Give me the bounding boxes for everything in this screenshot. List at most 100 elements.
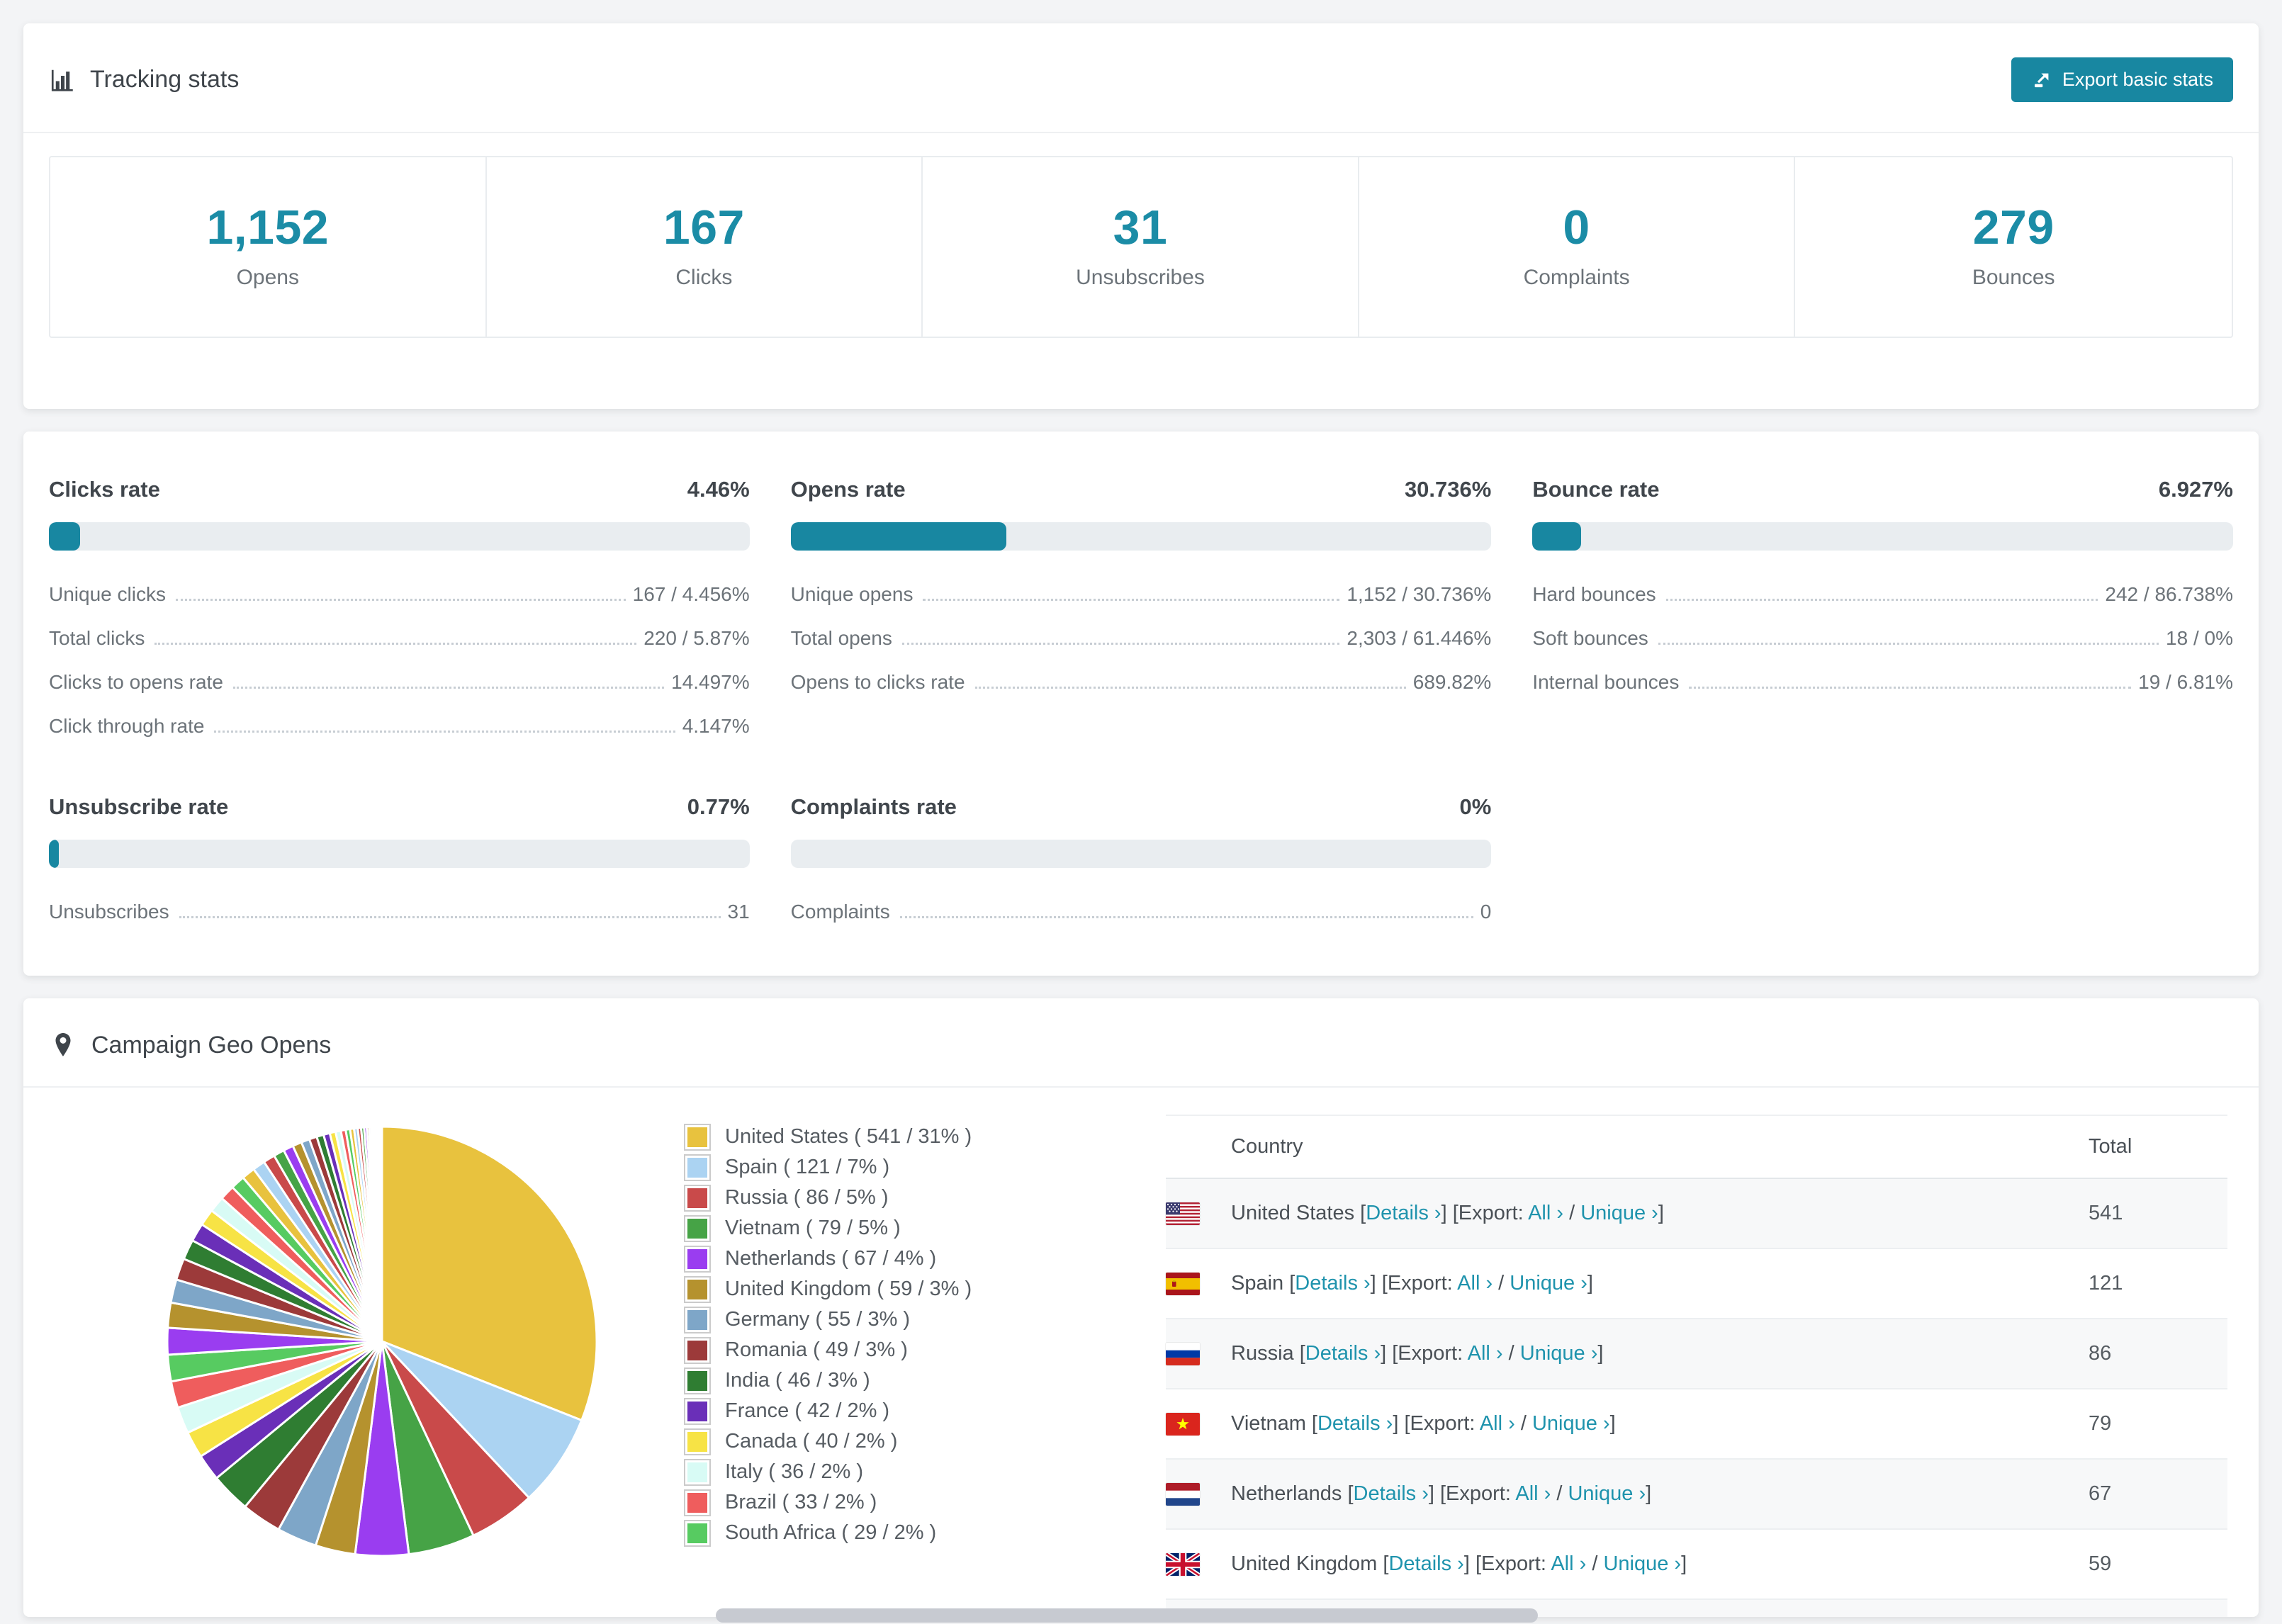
stat-label: Clicks [675,266,733,290]
export-unique-link[interactable]: Unique › [1520,1342,1598,1365]
export-unique-link[interactable]: Unique › [1580,1202,1658,1224]
rate-title: Bounce rate [1532,477,1660,502]
geo-pie-chart [164,1123,600,1560]
legend-swatch [684,1306,711,1333]
export-all-link[interactable]: All › [1468,1342,1503,1365]
rate-rows: Unsubscribes 31 [49,901,750,923]
rate-row-label: Clicks to opens rate [49,671,223,694]
stat-label: Opens [236,266,299,290]
rate-value: 0.77% [687,794,750,820]
rate-row-value: 18 / 0% [2166,627,2233,650]
progress-fill [49,840,59,869]
bracket-text: ] [Export: [1441,1202,1529,1225]
bracket-text: [ [1311,1412,1317,1436]
rate-row-value: 0 [1480,901,1492,923]
details-link[interactable]: Details › [1305,1342,1381,1365]
pie-slice[interactable] [380,1125,383,1343]
geo-opens-title: Campaign Geo Opens [91,1031,332,1059]
rate-row-value: 14.497% [671,671,750,694]
total-cell: 121 [2089,1272,2123,1295]
rate-rows: Complaints 0 [791,901,1492,923]
details-link[interactable]: Details › [1366,1202,1441,1224]
export-unique-link[interactable]: Unique › [1510,1272,1587,1295]
export-all-link[interactable]: All › [1551,1552,1586,1575]
table-row: Netherlands [Details ›] [Export: All › /… [1166,1460,2227,1530]
rate-row: Total opens 2,303 / 61.446% [791,627,1492,650]
legend-item: Germany ( 55 / 3% ) [684,1304,972,1335]
bracket-text: [ [1347,1482,1354,1506]
rate-row-label: Unsubscribes [49,901,169,923]
legend-label: Italy ( 36 / 2% ) [725,1460,864,1484]
legend-item: India ( 46 / 3% ) [684,1365,972,1396]
es-flag-icon [1166,1272,1231,1295]
stat-value: 167 [663,201,745,254]
rate-title: Unsubscribe rate [49,794,229,820]
bracket-text: [ [1299,1342,1305,1365]
geo-table-header: Country Total [1166,1115,2227,1180]
bracket-text: ] [1597,1342,1604,1365]
flag-cell [1166,1482,1231,1506]
total-cell: 86 [2089,1342,2112,1365]
flag-cell [1166,1202,1231,1225]
country-cell: United States [Details ›] [Export: All ›… [1231,1202,2089,1225]
legend-swatch [684,1458,711,1486]
export-unique-link[interactable]: Unique › [1568,1482,1646,1505]
stat-value: 0 [1563,201,1590,254]
legend-label: France ( 42 / 2% ) [725,1399,890,1423]
rate-row-value: 31 [727,901,750,923]
details-link[interactable]: Details › [1388,1552,1463,1575]
rate-row-value: 19 / 6.81% [2138,671,2233,694]
legend-swatch [684,1245,711,1273]
bracket-text: ] [Export: [1393,1412,1480,1436]
export-all-link[interactable]: All › [1457,1272,1493,1295]
legend-item: Vietnam ( 79 / 5% ) [684,1213,972,1244]
export-unique-link[interactable]: Unique › [1532,1412,1610,1435]
rate-block-complaints: Complaints rate 0% Complaints 0 [790,794,1492,923]
legend-swatch [684,1489,711,1516]
rate-row-label: Internal bounces [1532,671,1680,694]
progress-track [1532,522,2233,551]
rate-row-value: 1,152 / 30.736% [1347,583,1492,606]
legend-item: Brazil ( 33 / 2% ) [684,1487,972,1518]
page: Tracking stats Export basic stats 1,152 O… [0,0,2282,1624]
flag-cell [1166,1412,1231,1436]
legend-swatch [684,1275,711,1303]
rate-row: Opens to clicks rate 689.82% [791,671,1492,694]
horizontal-scrollbar-thumb[interactable] [716,1608,1538,1623]
rate-block-bounce: Bounce rate 6.927% Hard bounces 242 / 86.73… [1532,477,2233,738]
summary-stat: 31 Unsubscribes [923,157,1359,337]
rate-row-label: Unique opens [790,583,914,606]
rate-row-label: Opens to clicks rate [790,671,965,694]
export-unique-link[interactable]: Unique › [1603,1552,1681,1575]
progress-track [49,840,750,869]
bracket-text: / [1563,1202,1581,1225]
dotted-leader [974,687,1406,689]
export-all-link[interactable]: All › [1528,1202,1563,1224]
export-basic-stats-button[interactable]: Export basic stats [2011,57,2233,102]
summary-stat: 279 Bounces [1795,157,2232,337]
progress-track [49,522,750,551]
details-link[interactable]: Details › [1317,1412,1393,1435]
dotted-leader [923,599,1340,602]
dotted-leader [1665,599,2098,602]
rate-row-value: 242 / 86.738% [2105,583,2233,606]
details-link[interactable]: Details › [1354,1482,1429,1505]
legend-item: Romania ( 49 / 3% ) [684,1335,972,1365]
rate-title: Complaints rate [790,794,957,820]
geo-opens-card: Campaign Geo Opens United States ( 541 /… [23,998,2259,1618]
progress-track [790,840,1492,869]
summary-stat: 167 Clicks [487,157,923,337]
rate-value: 6.927% [2158,477,2233,502]
details-link[interactable]: Details › [1295,1272,1370,1295]
bracket-text: / [1493,1272,1510,1295]
geo-opens-body: United States ( 541 / 31% ) Spain ( 121 /… [23,1088,2259,1618]
rate-row: Total clicks 220 / 5.87% [49,627,750,650]
export-all-link[interactable]: All › [1515,1482,1551,1505]
flag-cell [1166,1552,1231,1576]
rate-row-label: Complaints [790,901,890,923]
ru-flag-icon [1166,1342,1231,1365]
tracking-stats-body: 1,152 Opens 167 Clicks 31 Unsubscribes 0 Compla… [23,133,2259,409]
export-all-link[interactable]: All › [1480,1412,1515,1435]
stat-value: 279 [1972,201,2055,254]
geo-table-header-total: Total [2089,1135,2132,1158]
